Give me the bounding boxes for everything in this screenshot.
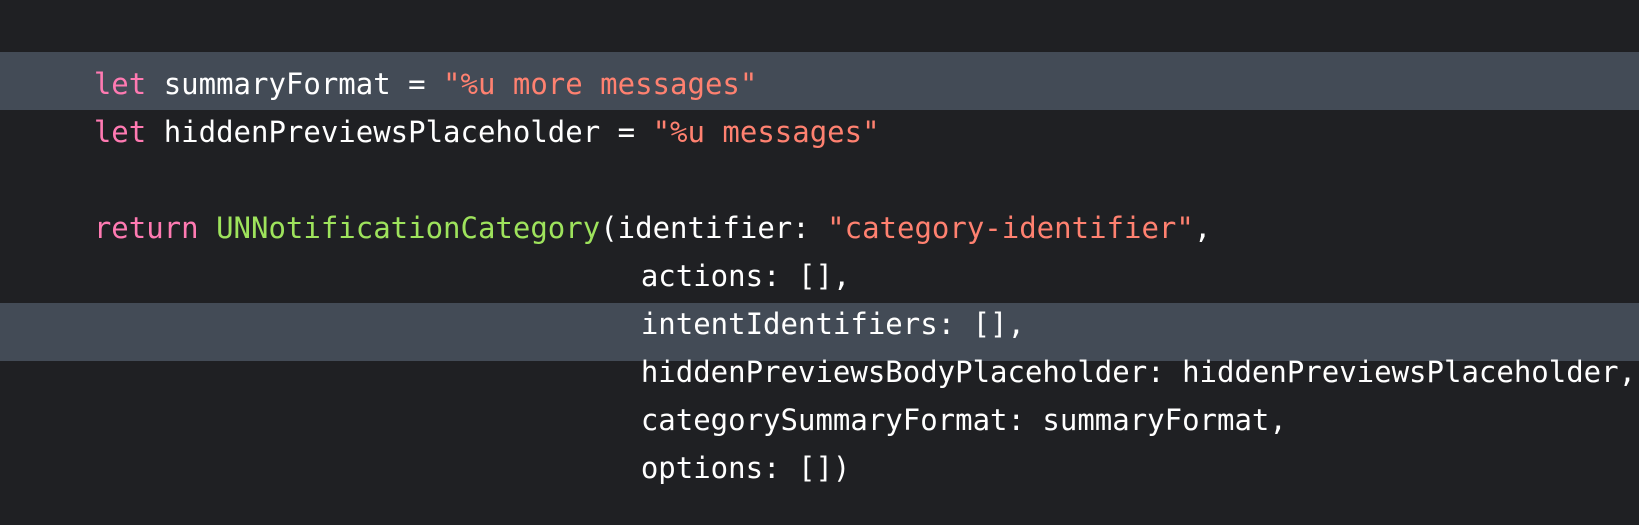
- code-line-4: actions: [],: [24, 201, 851, 293]
- code-text: hiddenPreviewsPlaceholder =: [146, 115, 653, 149]
- code-text: ,: [1193, 211, 1212, 245]
- code-line-3: return UNNotificationCategory(identifier…: [24, 153, 1211, 245]
- code-text: options: []): [640, 451, 851, 485]
- string-literal: "%u messages": [652, 115, 880, 149]
- code-line-8: options: []): [24, 393, 851, 485]
- code-line-7: categorySummaryFormat: summaryFormat,: [24, 345, 1287, 437]
- keyword-let: let: [93, 115, 147, 149]
- code-line-2: let hiddenPreviewsPlaceholder = "%u mess…: [24, 57, 880, 149]
- code-editor[interactable]: let summaryFormat = "%u more messages" l…: [0, 0, 1639, 525]
- string-literal: "category-identifier": [827, 211, 1194, 245]
- code-line-5: intentIdentifiers: [],: [24, 249, 1025, 341]
- code-line-6: hiddenPreviewsBodyPlaceholder: hiddenPre…: [24, 297, 1636, 389]
- code-line-1: let summaryFormat = "%u more messages": [24, 9, 757, 101]
